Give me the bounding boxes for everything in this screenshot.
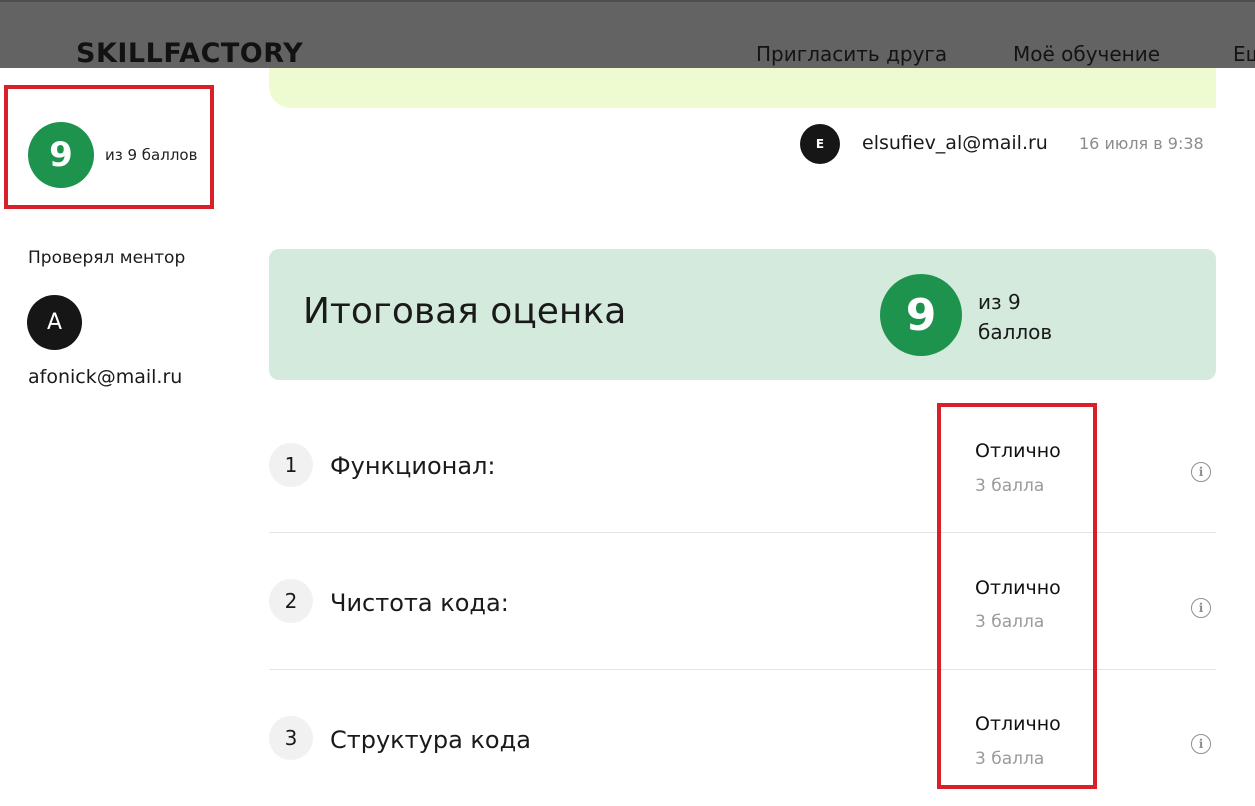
final-score-of: из 9 баллов xyxy=(978,287,1088,347)
final-score-of-line1: из 9 xyxy=(978,290,1021,314)
nav-more[interactable]: Ещ xyxy=(1233,42,1255,66)
top-header: SKILLFACTORY Пригласить друга Моё обучен… xyxy=(0,0,1255,69)
skillfactory-logo[interactable]: SKILLFACTORY xyxy=(76,38,303,69)
mentor-label: Проверял ментор xyxy=(28,248,186,268)
criterion-number: 1 xyxy=(269,443,313,487)
student-avatar: E xyxy=(800,124,840,164)
info-icon[interactable]: i xyxy=(1191,734,1211,754)
top-banner xyxy=(269,68,1216,108)
student-email: elsufiev_al@mail.ru xyxy=(862,132,1048,154)
final-score-of-line2: баллов xyxy=(978,320,1053,344)
criterion-name: Чистота кода: xyxy=(330,589,509,617)
highlight-box-grades xyxy=(937,403,1097,789)
info-icon[interactable]: i xyxy=(1191,462,1211,482)
criterion-name: Структура кода xyxy=(330,726,531,754)
highlight-box-sidebar-score xyxy=(4,85,214,209)
info-icon[interactable]: i xyxy=(1191,598,1211,618)
criterion-name: Функционал: xyxy=(330,452,496,480)
final-score-title: Итоговая оценка xyxy=(303,291,627,332)
submission-date: 16 июля в 9:38 xyxy=(1079,134,1204,153)
mentor-avatar: A xyxy=(27,295,82,350)
mentor-email: afonick@mail.ru xyxy=(28,366,183,388)
nav-my-learning[interactable]: Моё обучение xyxy=(1013,42,1160,66)
nav-invite-friend[interactable]: Пригласить друга xyxy=(756,42,947,66)
criterion-number: 3 xyxy=(269,716,313,760)
final-score-card: Итоговая оценка 9 из 9 баллов xyxy=(269,249,1216,380)
criterion-number: 2 xyxy=(269,579,313,623)
final-score-circle: 9 xyxy=(880,274,962,356)
